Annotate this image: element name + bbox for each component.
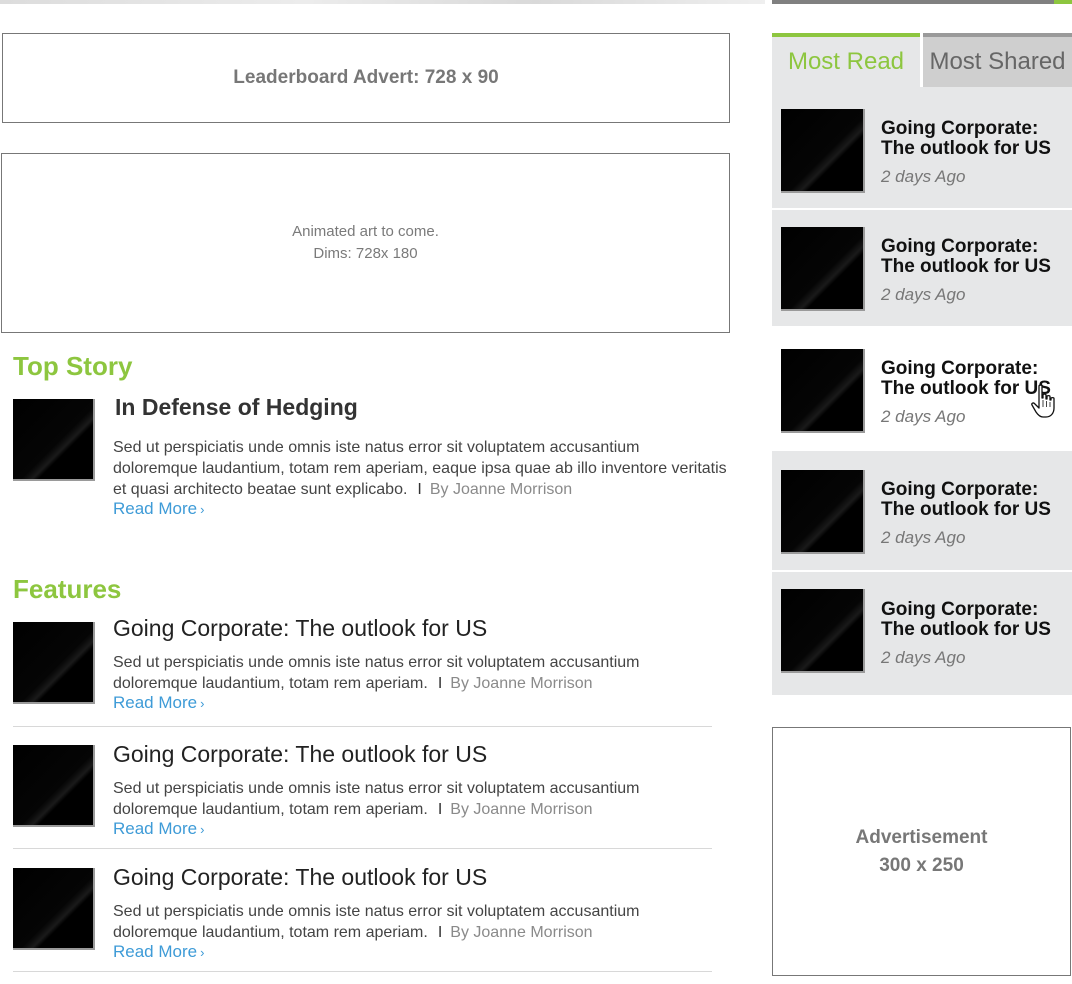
feature-read-more-link[interactable]: Read More › <box>113 942 204 962</box>
animated-art-line2: Dims: 728x 180 <box>313 245 418 262</box>
most-read-title-line2: The outlook for US <box>881 619 1051 640</box>
feature-title[interactable]: Going Corporate: The outlook for US <box>113 741 487 768</box>
feature-read-more-link[interactable]: Read More › <box>113 819 204 839</box>
feature-summary: Sed ut perspiciatis unde omnis iste natu… <box>113 901 728 943</box>
most-read-thumbnail[interactable] <box>781 470 865 554</box>
most-read-item[interactable]: Going Corporate: The outlook for US 2 da… <box>772 210 1072 326</box>
features-heading: Features <box>13 574 122 604</box>
most-read-item[interactable]: Going Corporate: The outlook for US 2 da… <box>772 572 1072 695</box>
chevron-right-icon: › <box>200 945 205 960</box>
tab-most-shared-label: Most Shared <box>929 48 1066 75</box>
most-read-item-hovered[interactable]: Going Corporate: The outlook for US 2 da… <box>772 328 1072 450</box>
sidebar-ad-line1: Advertisement <box>855 826 988 848</box>
sidebar-advertisement[interactable]: Advertisement 300 x 250 <box>772 727 1071 976</box>
byline-separator: I <box>437 675 443 692</box>
top-story-read-more-link[interactable]: Read More › <box>113 499 204 519</box>
most-read-title-line1: Going Corporate: <box>881 599 1039 620</box>
most-read-thumbnail[interactable] <box>781 589 865 673</box>
most-read-thumbnail[interactable] <box>781 227 865 311</box>
sidebar-top-bar <box>772 0 1072 4</box>
top-story-heading: Top Story <box>13 351 133 381</box>
most-read-title-line1: Going Corporate: <box>881 118 1039 139</box>
read-more-label: Read More <box>113 942 198 961</box>
most-read-title[interactable]: Going Corporate: The outlook for US <box>881 480 1066 520</box>
animated-art-placeholder: Animated art to come. Dims: 728x 180 <box>1 153 730 333</box>
feature-thumbnail[interactable] <box>13 745 95 827</box>
top-divider-bar <box>0 0 765 4</box>
feature-thumbnail[interactable] <box>13 622 95 704</box>
feature-byline[interactable]: By Joanne Morrison <box>450 924 592 941</box>
feature-divider <box>13 726 712 727</box>
feature-thumbnail[interactable] <box>13 868 95 950</box>
most-read-timestamp: 2 days Ago <box>881 648 966 667</box>
most-read-title[interactable]: Going Corporate: The outlook for US <box>881 600 1066 640</box>
feature-byline[interactable]: By Joanne Morrison <box>450 801 592 818</box>
most-read-title-line1: Going Corporate: <box>881 358 1039 379</box>
top-story-thumbnail[interactable] <box>13 399 95 481</box>
read-more-label: Read More <box>113 819 198 838</box>
feature-divider <box>13 971 712 972</box>
most-read-item[interactable]: Going Corporate: The outlook for US 2 da… <box>772 87 1072 208</box>
hand-pointer-icon <box>1031 384 1055 418</box>
most-read-thumbnail[interactable] <box>781 109 865 193</box>
chevron-right-icon: › <box>200 822 205 837</box>
tab-most-read-label: Most Read <box>787 48 905 75</box>
feature-divider <box>13 848 712 849</box>
read-more-label: Read More <box>113 693 198 712</box>
top-story-title[interactable]: In Defense of Hedging <box>115 394 358 421</box>
most-read-thumbnail[interactable] <box>781 349 865 433</box>
most-read-title-line1: Going Corporate: <box>881 236 1039 257</box>
byline-separator: I <box>437 924 443 941</box>
sidebar-ad-line2: 300 x 250 <box>879 854 964 876</box>
most-read-title[interactable]: Going Corporate: The outlook for US <box>881 119 1066 159</box>
most-read-timestamp: 2 days Ago <box>881 407 966 426</box>
most-read-timestamp: 2 days Ago <box>881 528 966 547</box>
feature-summary: Sed ut perspiciatis unde omnis iste natu… <box>113 652 728 694</box>
chevron-right-icon: › <box>200 502 205 517</box>
tab-most-shared[interactable]: Most Shared <box>923 33 1072 87</box>
byline-separator: I <box>437 801 443 818</box>
feature-summary: Sed ut perspiciatis unde omnis iste natu… <box>113 778 728 820</box>
top-story-byline[interactable]: By Joanne Morrison <box>430 481 572 498</box>
leaderboard-advert[interactable]: Leaderboard Advert: 728 x 90 <box>2 33 730 123</box>
most-read-timestamp: 2 days Ago <box>881 285 966 304</box>
feature-title[interactable]: Going Corporate: The outlook for US <box>113 615 487 642</box>
tab-most-read[interactable]: Most Read <box>772 33 920 87</box>
top-story-summary: Sed ut perspiciatis unde omnis iste natu… <box>113 437 728 500</box>
animated-art-line1: Animated art to come. <box>292 223 439 240</box>
most-read-item[interactable]: Going Corporate: The outlook for US 2 da… <box>772 451 1072 570</box>
most-read-title-line1: Going Corporate: <box>881 479 1039 500</box>
read-more-label: Read More <box>113 499 198 518</box>
most-read-timestamp: 2 days Ago <box>881 167 966 186</box>
byline-separator: I <box>417 481 422 498</box>
most-read-title-line2: The outlook for US <box>881 499 1051 520</box>
sidebar-top-accent <box>1054 0 1072 4</box>
leaderboard-advert-label: Leaderboard Advert: 728 x 90 <box>233 67 499 88</box>
feature-title[interactable]: Going Corporate: The outlook for US <box>113 864 487 891</box>
most-read-title[interactable]: Going Corporate: The outlook for US <box>881 237 1066 277</box>
most-read-title-line2: The outlook for US <box>881 138 1051 159</box>
feature-byline[interactable]: By Joanne Morrison <box>450 675 592 692</box>
chevron-right-icon: › <box>200 696 205 711</box>
most-read-title-line2: The outlook for US <box>881 256 1051 277</box>
feature-read-more-link[interactable]: Read More › <box>113 693 204 713</box>
